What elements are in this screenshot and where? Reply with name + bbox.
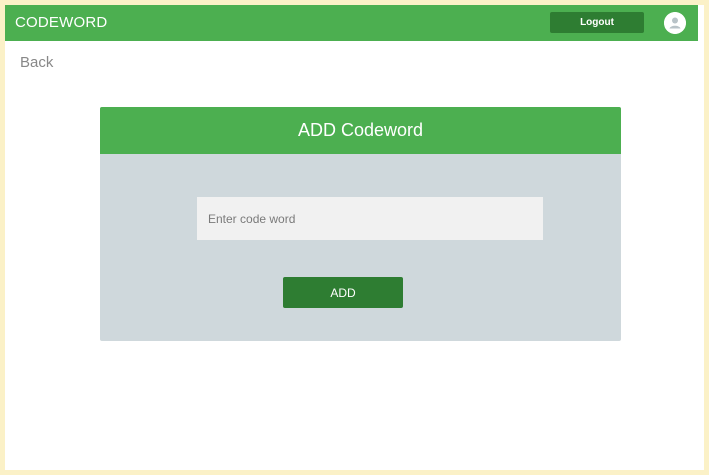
user-icon [664, 12, 686, 34]
user-avatar[interactable] [664, 12, 686, 34]
codeword-input[interactable] [197, 197, 543, 240]
card-header: ADD Codeword [100, 107, 621, 154]
top-bar: CODEWORD Logout [5, 5, 698, 41]
add-button[interactable]: ADD [283, 277, 403, 308]
card-title: ADD Codeword [297, 120, 424, 140]
app-brand: CODEWORD [15, 14, 108, 31]
logout-button[interactable]: Logout [550, 12, 644, 33]
back-link[interactable]: Back [20, 54, 53, 71]
add-codeword-card: ADD Codeword ADD [100, 107, 621, 341]
